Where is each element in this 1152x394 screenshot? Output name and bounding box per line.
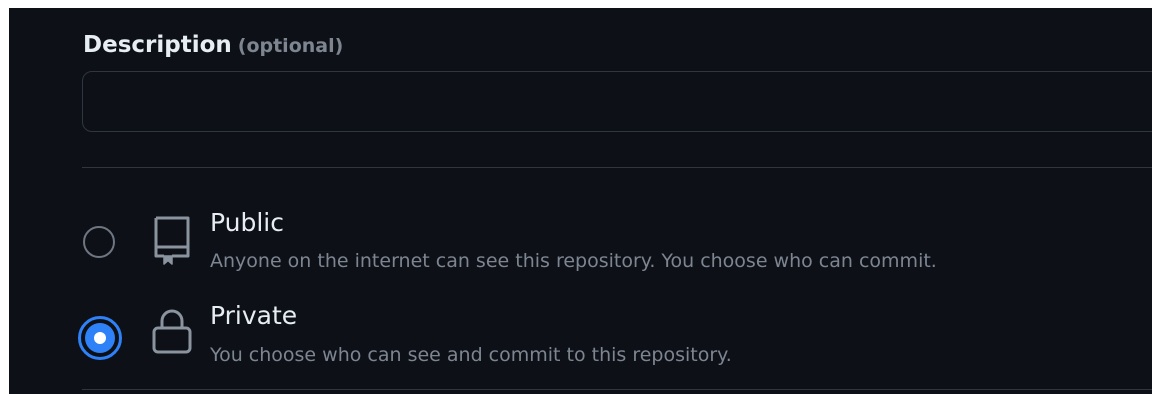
lock-icon (150, 304, 194, 356)
description-label: Description (optional) (83, 30, 343, 60)
description-input[interactable] (82, 71, 1152, 132)
private-radio[interactable] (78, 316, 122, 360)
private-radio-fill (85, 323, 115, 353)
description-optional-hint: (optional) (237, 35, 344, 57)
section-divider-bottom (82, 389, 1152, 390)
visibility-option-public[interactable]: Public Anyone on the internet can see th… (75, 202, 1075, 282)
public-description: Anyone on the internet can see this repo… (210, 250, 937, 272)
public-title: Public (210, 208, 284, 237)
repo-book-icon (150, 214, 194, 266)
public-radio[interactable] (83, 226, 115, 258)
description-label-text: Description (83, 32, 232, 58)
section-divider-top (82, 167, 1152, 168)
private-description: You choose who can see and commit to thi… (210, 344, 732, 366)
private-radio-dot (94, 332, 106, 344)
new-repository-form: Description (optional) Public Anyone on t… (9, 8, 1152, 394)
visibility-option-private[interactable]: Private You choose who can see and commi… (75, 294, 1075, 374)
private-title: Private (210, 301, 298, 330)
